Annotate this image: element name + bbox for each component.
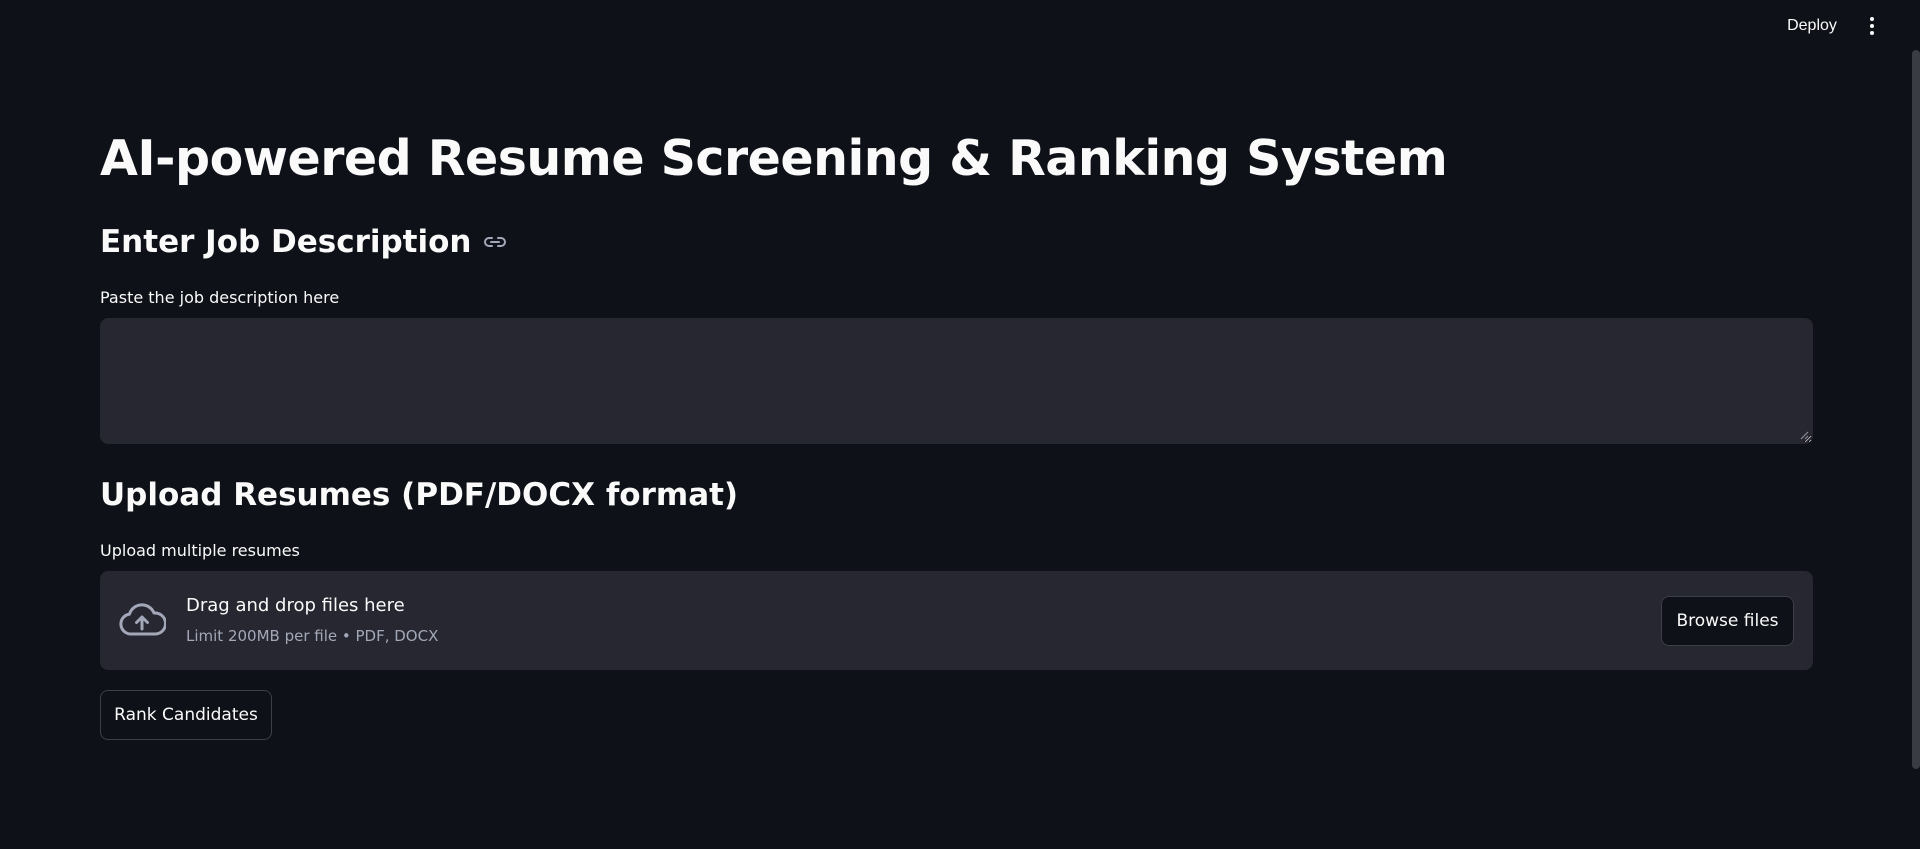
dropzone-subtitle: Limit 200MB per file • PDF, DOCX (186, 627, 439, 645)
upload-resumes-heading: Upload Resumes (PDF/DOCX format) (100, 477, 739, 513)
top-toolbar: Deploy (0, 0, 1920, 50)
dropzone-title: Drag and drop files here (186, 595, 405, 616)
page-scrollbar[interactable] (1912, 50, 1920, 769)
upload-resumes-label: Upload multiple resumes (100, 541, 300, 560)
file-dropzone[interactable]: Drag and drop files here Limit 200MB per… (100, 571, 1813, 670)
job-description-heading-text: Enter Job Description (100, 224, 472, 260)
job-description-heading: Enter Job Description (100, 220, 506, 264)
job-description-label: Paste the job description here (100, 288, 340, 307)
rank-candidates-button[interactable]: Rank Candidates (100, 690, 272, 740)
more-vertical-icon[interactable] (1860, 13, 1884, 39)
cloud-upload-icon (119, 603, 166, 636)
page-title: AI-powered Resume Screening & Ranking Sy… (100, 130, 1448, 187)
deploy-button[interactable]: Deploy (1774, 13, 1850, 38)
link-icon[interactable] (483, 236, 506, 248)
browse-files-button[interactable]: Browse files (1661, 596, 1794, 646)
job-description-textarea[interactable] (100, 318, 1813, 444)
